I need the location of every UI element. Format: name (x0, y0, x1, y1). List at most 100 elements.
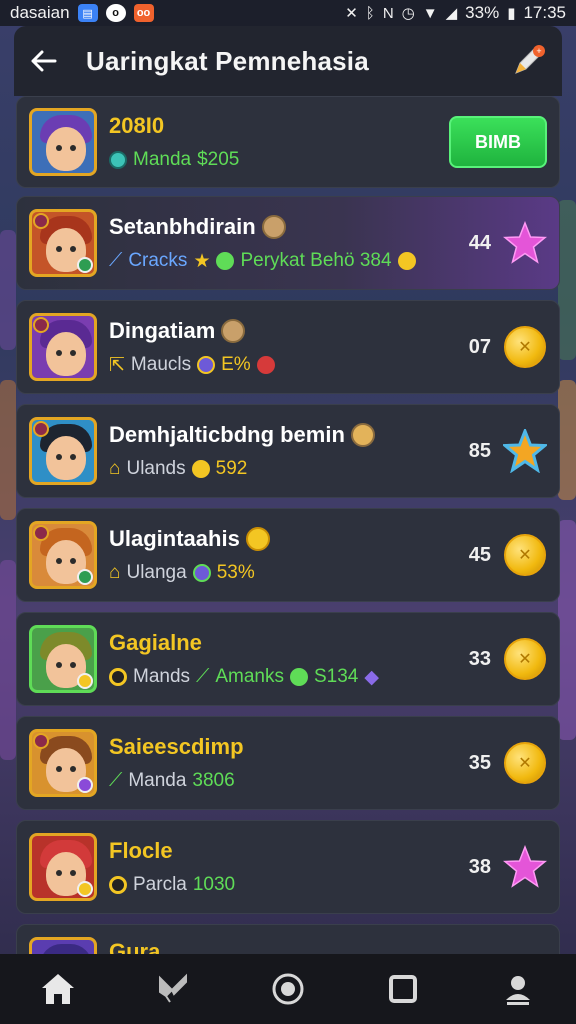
svg-text:+: + (536, 46, 541, 56)
list-item[interactable]: Setanbhdirain ⟋ Cracks ★ Perykat Behö 38… (16, 196, 560, 290)
battery-icon: ▮ (507, 5, 516, 22)
avatar (29, 937, 97, 954)
background-scenery (558, 200, 576, 360)
background-scenery (0, 230, 16, 350)
sub-value: 592 (215, 458, 248, 479)
star-reward-icon (503, 221, 547, 265)
sub-label: Parcla (133, 874, 187, 895)
crystal-icon: ◆ (364, 666, 379, 688)
score: 35 (468, 751, 491, 774)
carrier-label: dasaian (10, 3, 70, 22)
sub-value: E% (221, 354, 251, 375)
list-item[interactable]: Ulagintaahis ⌂ Ulanga 53% 45 ✕ (16, 508, 560, 602)
home-icon[interactable] (34, 965, 82, 1013)
house-icon: ⌂ (109, 458, 121, 479)
avatar (29, 313, 97, 381)
background-scenery (0, 380, 16, 520)
sub-label: Manda (128, 770, 187, 791)
coin-small-icon (397, 252, 416, 270)
avatar (29, 209, 97, 277)
medal-icon (261, 214, 286, 239)
wifi-icon: ▼ (422, 4, 438, 22)
player-name: Setanbhdirain (109, 213, 256, 239)
list-item[interactable]: Gagialne Mands ⟋ Amanks S134 ◆ 33 ✕ (16, 612, 560, 706)
gem-icon (109, 151, 127, 169)
target-icon (109, 668, 127, 686)
list-item[interactable]: Dingatiam ⇱ Maucls E% 07 ✕ (16, 300, 560, 394)
sword-icon: ⟋ (109, 770, 123, 791)
medal-icon (350, 423, 375, 447)
score: 45 (468, 543, 491, 566)
player-name: Dingatiam (109, 317, 216, 343)
gem-icon (192, 564, 211, 582)
sub-value: $205 (197, 149, 240, 170)
sub-label: Cracks (128, 250, 188, 271)
background-scenery (558, 520, 576, 740)
gem-icon (289, 668, 308, 686)
score: 07 (468, 335, 491, 358)
player-name: Gagialne (109, 629, 202, 655)
sub-value: 53% (216, 562, 255, 583)
avatar (29, 521, 97, 589)
score: 33 (468, 647, 491, 670)
list-item[interactable]: Gura (16, 924, 560, 954)
player-name: Saieescdimp (109, 734, 244, 759)
sub-extra: S134 (313, 666, 359, 687)
mute-icon: ✕ (345, 5, 358, 22)
score: 85 (468, 439, 491, 462)
profile-icon[interactable] (494, 965, 542, 1013)
background-scenery (558, 380, 576, 500)
sword-nav-icon[interactable] (149, 965, 197, 1013)
edit-pen-icon[interactable]: + (510, 43, 546, 79)
star-small-icon: ★ (193, 250, 211, 272)
avatar (29, 625, 97, 693)
target-icon (109, 876, 127, 894)
gem-icon (216, 252, 235, 270)
alarm-icon: ◷ (401, 5, 415, 22)
arrows-icon: ⇱ (109, 354, 125, 376)
bottom-navigation (0, 954, 576, 1024)
status-bar: dasaian ▤ o oo ✕ ᛒ N ◷ ▼ ◢ 33% ▮ 17:35 (0, 0, 576, 26)
coin-reward-icon: ✕ (503, 325, 547, 369)
background-scenery (0, 560, 16, 760)
player-name: Flocle (109, 838, 173, 863)
list-item[interactable]: Flocle Parcla 1030 38 (16, 820, 560, 914)
star-reward-icon (503, 845, 547, 889)
medal-icon (245, 527, 270, 551)
clock: 17:35 (523, 3, 566, 22)
sub-label: Mands (133, 666, 191, 687)
circle-app-icon: o (105, 4, 126, 22)
score: 38 (468, 855, 491, 878)
sub-value: 1030 (192, 874, 236, 895)
list-item[interactable]: Demhjalticbdng bemin ⌂ Ulands 592 85 (16, 404, 560, 498)
gem-icon (197, 356, 216, 374)
avatar (29, 108, 97, 176)
player-name: Gura (109, 939, 161, 954)
back-arrow-icon[interactable] (30, 47, 58, 75)
avatar (29, 417, 97, 485)
page-title: Uaringkat Pemnehasia (86, 45, 369, 76)
app-header: Uaringkat Pemnehasia + (14, 26, 562, 96)
sub-label: Maucls (130, 354, 192, 375)
square-recent-icon[interactable] (379, 965, 427, 1013)
list-item[interactable]: 208I0 Manda $205 BIMB (16, 96, 560, 188)
list-item[interactable]: Saieescdimp ⟋ Manda 3806 35 ✕ (16, 716, 560, 810)
circle-home-icon[interactable] (264, 965, 312, 1013)
sub-label: Ulands (126, 458, 186, 479)
sub-value: Perykat Behö 384 (240, 250, 392, 271)
sub-value: 3806 (192, 770, 235, 791)
coin-reward-icon: ✕ (503, 637, 547, 681)
avatar (29, 729, 97, 797)
sub-label: Ulanga (126, 562, 187, 583)
nfc-icon: N (382, 4, 394, 22)
message-app-icon: ▤ (77, 4, 98, 22)
player-name: 208I0 (109, 113, 165, 138)
bluetooth-icon: ᛒ (365, 4, 375, 22)
leaderboard-list: 208I0 Manda $205 BIMB Setanbhdirain ⟋ Cr… (16, 96, 560, 954)
player-name: Demhjalticbdng bemin (109, 422, 345, 447)
avatar (29, 833, 97, 901)
coin-reward-icon: ✕ (503, 533, 547, 577)
play-button[interactable]: BIMB (449, 116, 547, 168)
shield-icon (256, 356, 275, 374)
house-icon: ⌂ (109, 562, 121, 583)
